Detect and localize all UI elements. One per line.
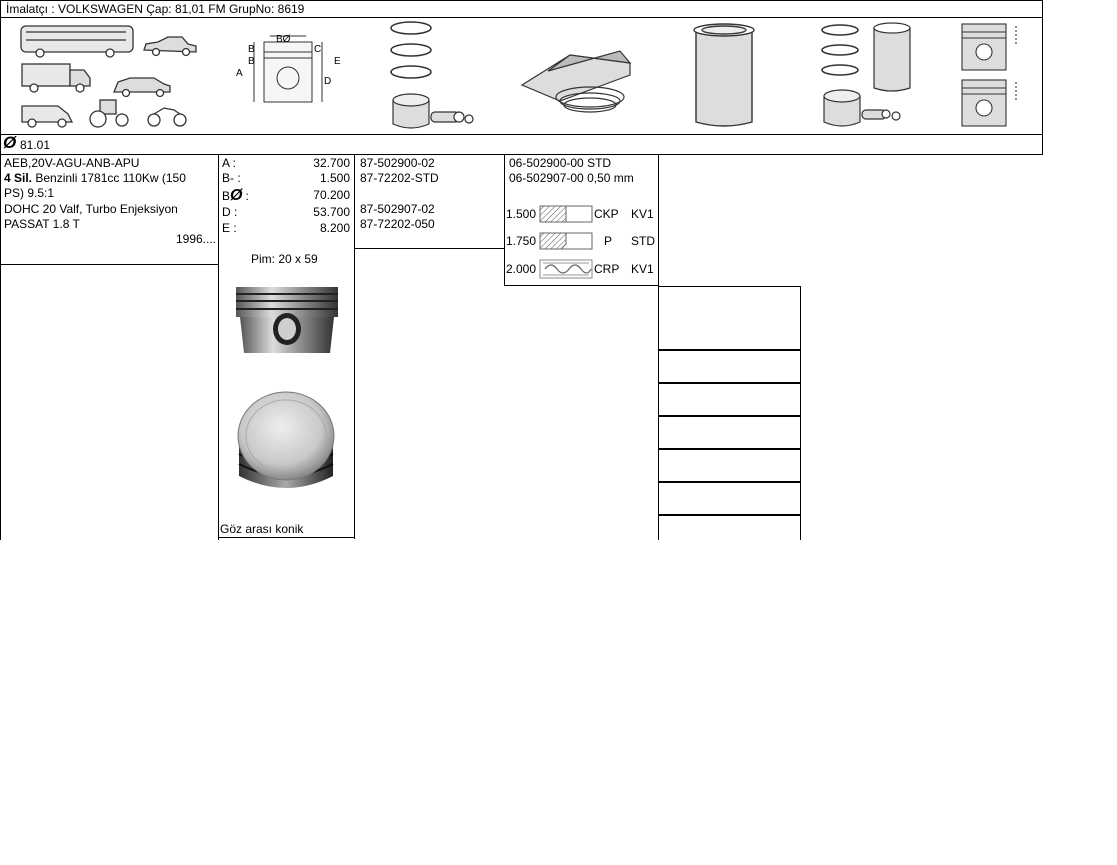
- engine-valvetrain: DOHC 20 Valf, Turbo Enjeksiyon: [4, 202, 178, 216]
- diagram-label-d: D: [324, 76, 331, 87]
- header-title: İmalatçı : VOLKSWAGEN Çap: 81,01 FM Grup…: [6, 2, 305, 16]
- ring-3-width: 2.000: [506, 262, 537, 276]
- ring-3-material: KV1: [631, 262, 654, 276]
- ring-2-code: P: [604, 234, 613, 248]
- bore-symbol: Ø: [3, 133, 17, 152]
- dim-b-value: 1.500: [319, 171, 350, 185]
- dim-b0-letter: B: [222, 189, 231, 203]
- dim-b0-colon: :: [245, 189, 249, 203]
- scraper-ring-icon: [539, 232, 593, 250]
- piston-side-image: [236, 287, 338, 353]
- part-number-pin-050: 87-72202-050: [360, 217, 435, 231]
- piston-side-views-icon: [961, 23, 1017, 127]
- piston-rings-pin-icon: [390, 21, 474, 129]
- part-number-piston-std: 87-502900-02: [360, 156, 435, 170]
- cylinder-liner-icon: [693, 23, 755, 127]
- engine-model: PASSAT 1.8 T: [4, 217, 80, 231]
- dim-d-value: 53.700: [313, 205, 350, 219]
- dim-b0-label: BØ:: [222, 188, 249, 204]
- ring-2-material: STD: [631, 234, 655, 248]
- ring-1-width: 1.500: [506, 207, 537, 221]
- ring-1-code: CKP: [594, 207, 619, 221]
- dim-e-label: E :: [222, 221, 237, 235]
- dim-b0-value: 70.200: [313, 188, 350, 202]
- vehicle-types-icon: [20, 25, 197, 128]
- engine-year: 1996....: [175, 232, 216, 246]
- dim-d-label: D :: [222, 205, 238, 219]
- diagram-label-b: B: [248, 44, 255, 55]
- oil-ring-icon: [539, 259, 593, 279]
- diagram-label-e: E: [334, 56, 341, 67]
- engine-codes: AEB,20V-AGU-ANB-APU: [4, 156, 140, 170]
- ring-3-code: CRP: [594, 262, 620, 276]
- pin-size: Pim: 20 x 59: [251, 252, 318, 266]
- dim-a-value: 32.700: [313, 156, 350, 170]
- dim-b0-symbol: Ø: [230, 187, 243, 204]
- ring-set-050: 06-502907-00 0,50 mm: [509, 171, 634, 185]
- piston-note: Göz arası konik: [220, 522, 304, 536]
- ring-compressor-icon: [520, 50, 632, 113]
- engine-cylinders: 4 Sil.: [4, 171, 33, 185]
- dim-e-value: 8.200: [319, 221, 350, 235]
- compression-ring-icon: [539, 205, 593, 223]
- engine-fuel-power: Benzinli 1781cc 110Kw (150: [32, 171, 186, 185]
- part-number-piston-050: 87-502907-02: [360, 202, 435, 216]
- diagram-label-b2: B: [248, 56, 255, 67]
- bore-value: 81.01: [20, 138, 51, 152]
- ring-1-material: KV1: [631, 207, 654, 221]
- piston-top-image: [237, 391, 335, 488]
- diagram-label-c: C: [314, 44, 321, 55]
- piston-kit-icon: [821, 22, 911, 127]
- engine-desc-line1: 4 Sil. Benzinli 1781cc 110Kw (150: [4, 171, 186, 186]
- dim-a-label: A :: [222, 156, 237, 170]
- ring-set-std: 06-502900-00 STD: [509, 156, 612, 170]
- dim-b-label: B- :: [222, 171, 241, 185]
- diagram-label-a: A: [236, 68, 243, 79]
- part-number-pin-std: 87-72202-STD: [360, 171, 439, 185]
- engine-compression: PS) 9.5:1: [4, 186, 55, 200]
- piston-dimension-diagram-icon: BØ B B C E A D: [236, 34, 341, 103]
- diagram-label-b0: BØ: [276, 34, 291, 45]
- ring-2-width: 1.750: [506, 234, 537, 248]
